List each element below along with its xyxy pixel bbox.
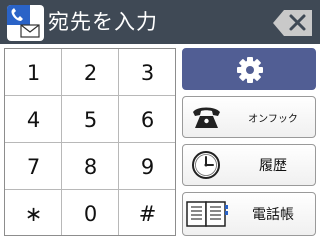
telephone-icon <box>189 101 225 133</box>
settings-button[interactable] <box>182 48 316 90</box>
key-6[interactable]: 6 <box>119 96 176 143</box>
key-asterisk[interactable]: ∗ <box>5 190 62 237</box>
history-label: 履歴 <box>259 158 287 174</box>
key-hash[interactable]: # <box>119 190 176 237</box>
key-7[interactable]: 7 <box>5 143 62 190</box>
onhook-label: オンフック <box>248 113 298 125</box>
phone-envelope-icon <box>7 5 44 41</box>
history-button[interactable]: 履歴 <box>182 144 316 186</box>
phonebook-label: 電話帳 <box>252 207 294 223</box>
key-1[interactable]: 1 <box>5 49 62 96</box>
key-2[interactable]: 2 <box>62 49 119 96</box>
key-3[interactable]: 3 <box>119 49 176 96</box>
key-9[interactable]: 9 <box>119 143 176 190</box>
gear-icon <box>237 57 263 83</box>
dial-keypad: 1 2 3 4 5 6 7 8 9 ∗ 0 # <box>4 48 176 236</box>
onhook-button[interactable]: オンフック <box>182 96 316 138</box>
address-book-icon <box>185 197 229 229</box>
page-title: 宛先を入力 <box>48 10 158 34</box>
key-5[interactable]: 5 <box>62 96 119 143</box>
clock-icon <box>189 149 225 181</box>
key-8[interactable]: 8 <box>62 143 119 190</box>
key-4[interactable]: 4 <box>5 96 62 143</box>
key-0[interactable]: 0 <box>62 190 119 237</box>
backspace-x-icon[interactable] <box>272 9 314 37</box>
phonebook-button[interactable]: 電話帳 <box>182 192 316 236</box>
header-bar: 宛先を入力 <box>0 0 320 44</box>
